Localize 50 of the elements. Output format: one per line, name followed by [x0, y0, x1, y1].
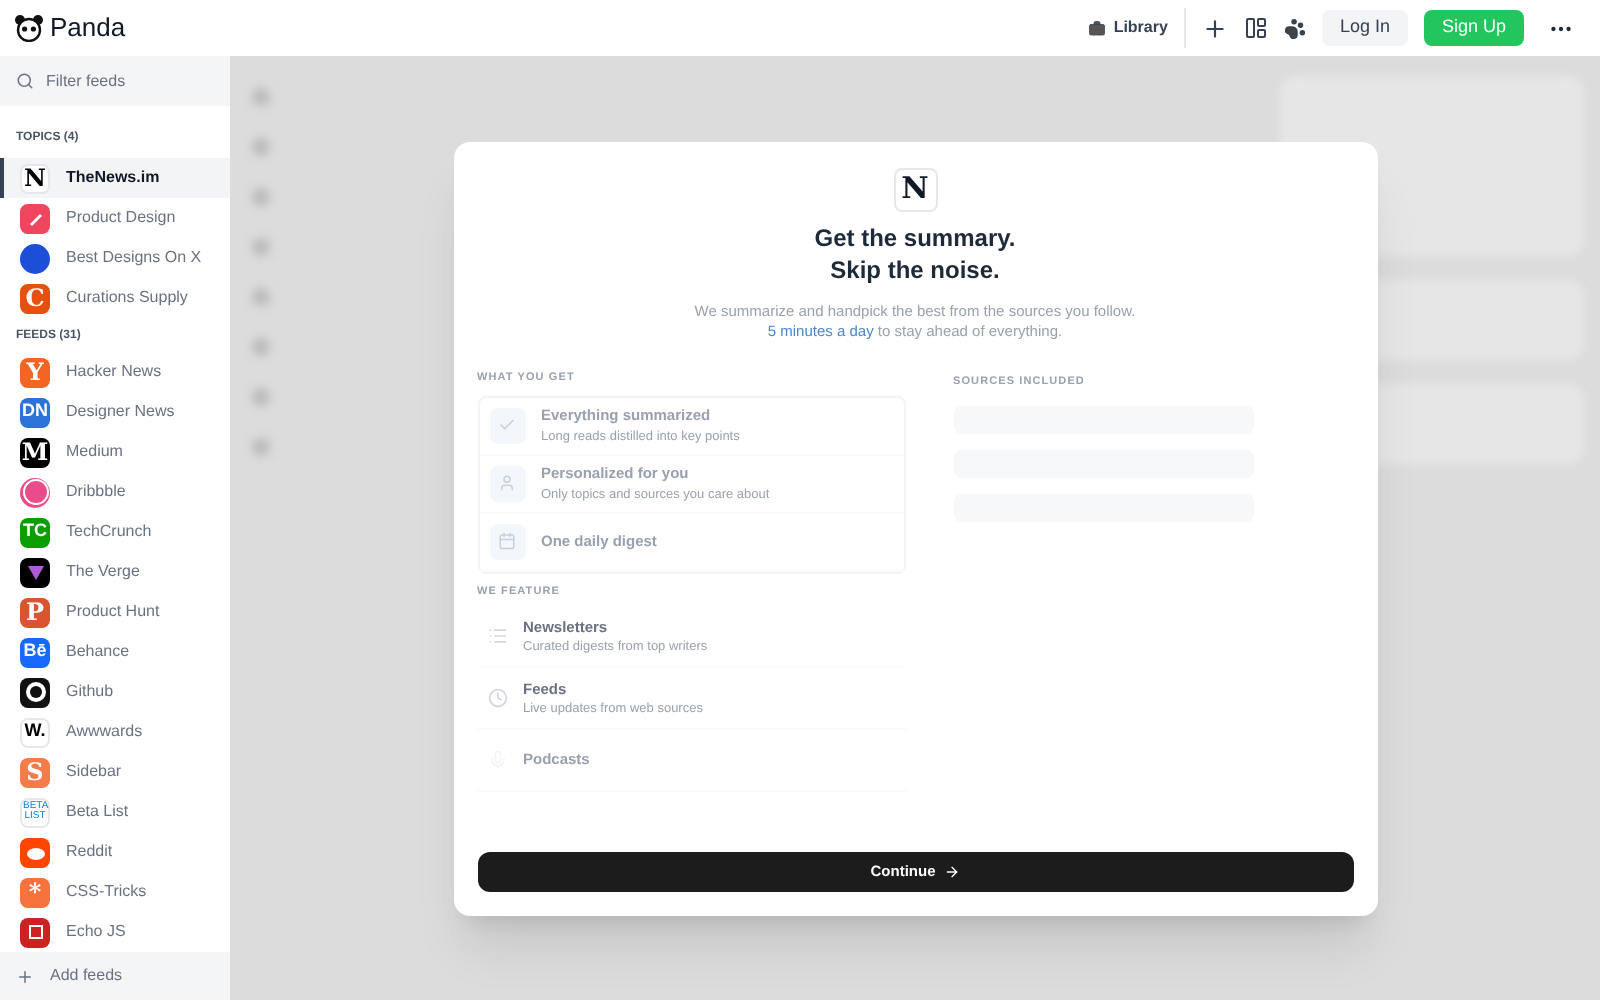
library-button[interactable]: Library — [1087, 8, 1186, 48]
filter-bar[interactable]: Filter feeds — [0, 56, 230, 106]
logo-letters: P — [25, 596, 45, 630]
logo-letters: Bē — [23, 638, 47, 665]
search-field[interactable]: Filter feeds — [46, 69, 214, 93]
logo-letters: N — [24, 162, 46, 196]
sidebar-item[interactable]: M Medium — [0, 432, 230, 472]
dialog-title: Skip the noise. — [830, 253, 1000, 285]
login-button[interactable]: Log In — [1321, 10, 1408, 46]
briefcase-icon — [1087, 19, 1106, 37]
sidebar-item[interactable]: S Sidebar — [0, 752, 230, 792]
sidebar-item[interactable]: The Verge — [0, 552, 230, 592]
logo-letters: DN — [22, 398, 48, 425]
sidebar-item[interactable]: TC TechCrunch — [0, 512, 230, 552]
paw-icon[interactable] — [1283, 17, 1306, 39]
feature-icon — [487, 688, 507, 708]
layout-icon[interactable] — [1243, 16, 1268, 40]
sidebar-item[interactable]: Github — [0, 672, 230, 712]
logo-letters: M — [21, 436, 49, 470]
add-icon[interactable] — [1201, 15, 1228, 41]
benefit-icon — [489, 465, 525, 502]
sidebar-item[interactable]: N TheNews.im — [0, 158, 230, 198]
plus-icon — [16, 967, 34, 985]
logo-letters: * — [28, 876, 42, 910]
logo-letters: TC — [23, 518, 47, 545]
logo-letters: S — [26, 756, 44, 790]
search-icon — [16, 72, 34, 90]
arrow-right-icon — [943, 863, 960, 879]
app-name: Panda — [50, 10, 126, 47]
benefit-icon — [489, 523, 525, 560]
dialog-title: Get the summary. — [814, 221, 1016, 253]
sidebar-item[interactable]: W. Awwwards — [0, 712, 230, 752]
sidebar-item[interactable]: Product Design — [0, 198, 230, 238]
dialog-logo: N — [893, 167, 937, 211]
sidebar-item[interactable]: C Curations Supply — [0, 278, 230, 318]
sidebar-item[interactable]: Bē Behance — [0, 632, 230, 672]
sidebar-item[interactable]: Dribbble — [0, 472, 230, 512]
sidebar-item[interactable]: Best Designs On X — [0, 238, 230, 278]
logo-letters: W. — [24, 718, 46, 745]
sidebar-item[interactable]: Y Hacker News — [0, 352, 230, 392]
logo-letters: Y — [26, 356, 44, 390]
sidebar-item[interactable]: P Product Hunt — [0, 592, 230, 632]
panda-logo-icon — [14, 14, 44, 42]
sidebar-item[interactable]: Echo JS — [0, 912, 230, 952]
benefit-icon — [489, 407, 525, 444]
add-feeds-button[interactable]: Add feeds — [0, 952, 230, 1000]
sidebar-item[interactable]: Reddit — [0, 832, 230, 872]
sidebar-item[interactable]: * CSS-Tricks — [0, 872, 230, 912]
logo-letters: C — [25, 282, 45, 316]
sidebar-item[interactable]: DN Designer News — [0, 392, 230, 432]
